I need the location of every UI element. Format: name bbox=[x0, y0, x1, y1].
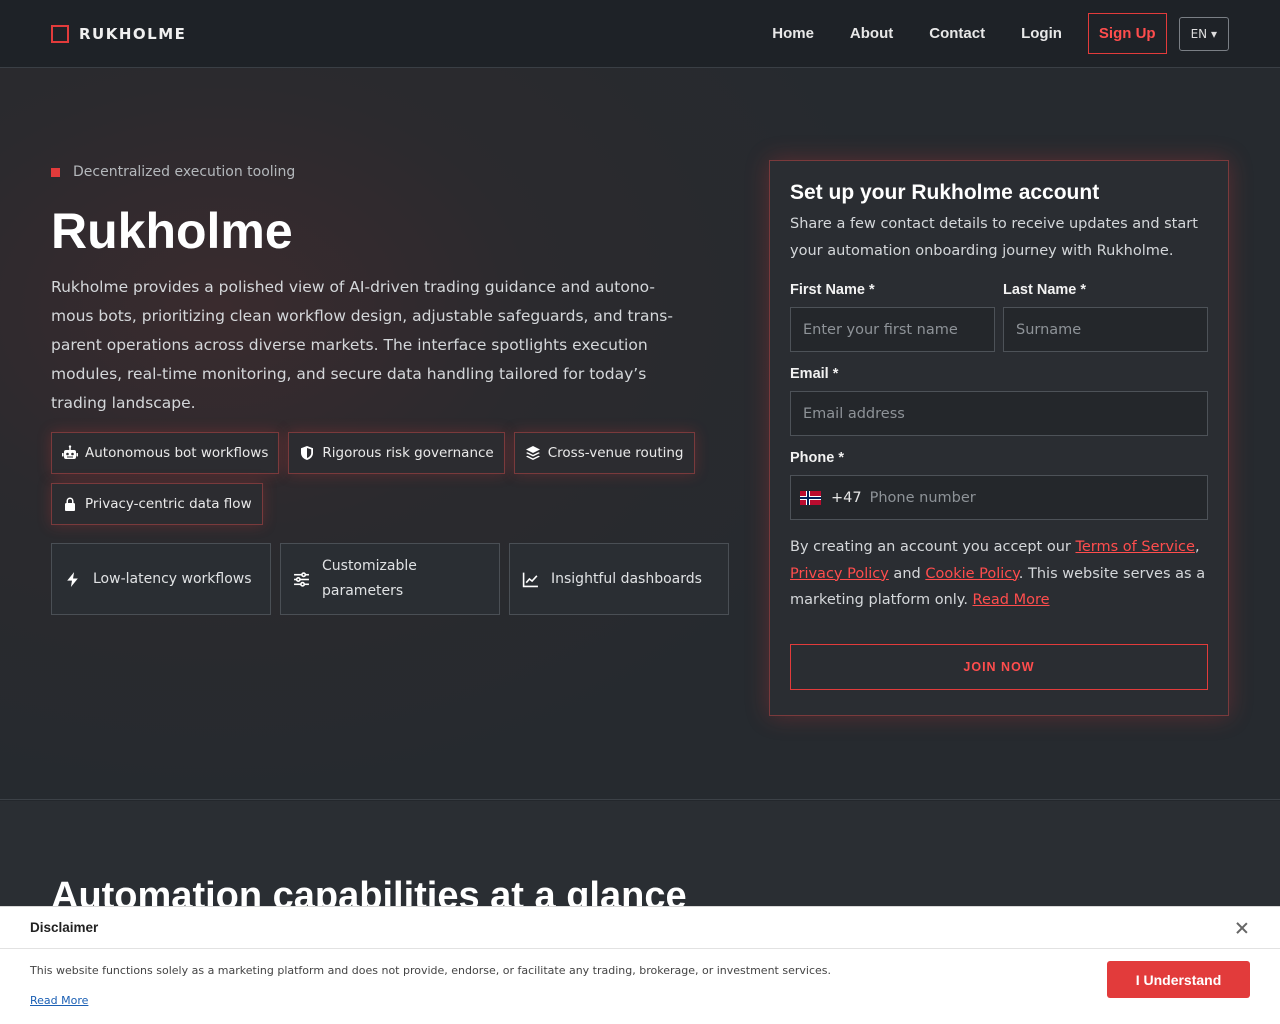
disclaimer-banner: Disclaimer This website functions solely… bbox=[0, 906, 1280, 1024]
chip-privacy: Privacy-centric data flow bbox=[51, 483, 263, 525]
cookie-policy-link[interactable]: Cookie Policy bbox=[925, 566, 1018, 582]
feature-label: Insightful dashboards bbox=[551, 570, 702, 587]
last-name-input[interactable] bbox=[1003, 307, 1208, 352]
form-title: Set up your Rukholme account bbox=[790, 181, 1100, 204]
lock-icon bbox=[65, 497, 75, 511]
join-now-button[interactable]: JOIN NOW bbox=[790, 643, 1208, 690]
nav-links: Home About Contact Login Sign Up EN ▾ bbox=[754, 13, 1229, 54]
phone-input[interactable] bbox=[869, 489, 1198, 506]
feature-label: Customizable parameters bbox=[322, 558, 417, 599]
chip-autonomous-bots: Autonomous bot workflows bbox=[51, 432, 280, 474]
hero-section: Decentralized execution tooling Rukholme… bbox=[0, 68, 1280, 800]
hero-title: Rukholme bbox=[51, 203, 293, 259]
bolt-icon bbox=[67, 571, 78, 587]
signup-form-card: Set up your Rukholme account Share a few… bbox=[769, 160, 1229, 716]
understand-button[interactable]: I Understand bbox=[1107, 961, 1250, 998]
phone-field[interactable]: +47 bbox=[790, 475, 1208, 520]
nav-link-about[interactable]: About bbox=[832, 25, 911, 42]
terms-and: and bbox=[888, 565, 926, 582]
feature-chips: Autonomous bot workflows Rigorous risk g… bbox=[51, 432, 711, 525]
first-name-group: First Name * bbox=[790, 282, 995, 352]
chip-label: Privacy-centric data flow bbox=[85, 496, 252, 512]
disclaimer-text: This website functions solely as a marke… bbox=[30, 964, 831, 977]
phone-dial-code: +47 bbox=[831, 489, 862, 506]
close-icon[interactable] bbox=[1234, 920, 1250, 936]
email-group: Email * bbox=[790, 366, 1208, 436]
norway-flag-icon[interactable] bbox=[800, 490, 821, 505]
tagline-text: Decentralized execution tooling bbox=[73, 164, 296, 180]
tagline-square-icon bbox=[51, 167, 60, 177]
layers-icon bbox=[525, 446, 540, 460]
chip-label: Cross-venue routing bbox=[547, 445, 684, 461]
brand-logo[interactable]: RUKHOLME bbox=[51, 24, 187, 43]
top-navbar: RUKHOLME Home About Contact Login Sign U… bbox=[0, 0, 1280, 68]
hero-description: Rukholme provides a polished view of AI-… bbox=[51, 278, 673, 412]
disclaimer-header: Disclaimer bbox=[0, 907, 1280, 949]
shield-icon bbox=[301, 446, 314, 460]
brand-name: RUKHOLME bbox=[79, 24, 187, 43]
terms-of-service-link[interactable]: Terms of Service bbox=[1075, 539, 1194, 555]
disclaimer-read-more-link[interactable]: Read More bbox=[30, 994, 88, 1007]
first-name-input[interactable] bbox=[790, 307, 995, 352]
feature-low-latency: Low-latency workflows bbox=[51, 543, 271, 615]
nav-link-contact[interactable]: Contact bbox=[911, 25, 1003, 42]
terms-comma: , bbox=[1194, 539, 1200, 555]
privacy-policy-link[interactable]: Privacy Policy bbox=[790, 566, 889, 582]
feature-cards: Low-latency workflows Customizable param… bbox=[51, 543, 729, 615]
phone-label: Phone * bbox=[790, 450, 844, 466]
signup-button[interactable]: Sign Up bbox=[1087, 13, 1167, 54]
terms-prefix: By creating an account you accept our bbox=[790, 539, 1076, 555]
sliders-icon bbox=[294, 571, 309, 587]
first-name-label: First Name * bbox=[790, 282, 875, 298]
feature-customizable: Customizable parameters bbox=[280, 543, 500, 615]
chip-cross-venue: Cross-venue routing bbox=[513, 432, 695, 474]
nav-link-login[interactable]: Login bbox=[1003, 25, 1080, 42]
last-name-group: Last Name * bbox=[1003, 282, 1208, 352]
chip-risk-governance: Rigorous risk governance bbox=[288, 432, 505, 474]
feature-dashboards: Insightful dashboards bbox=[509, 543, 729, 615]
chip-label: Rigorous risk governance bbox=[322, 445, 494, 461]
hero-tagline: Decentralized execution tooling bbox=[51, 164, 295, 180]
nav-link-home[interactable]: Home bbox=[754, 25, 832, 42]
form-subtitle: Share a few contact details to receive u… bbox=[790, 216, 1198, 259]
terms-read-more-link[interactable]: Read More bbox=[973, 592, 1050, 608]
chip-label: Autonomous bot workflows bbox=[85, 445, 269, 461]
logo-square-icon bbox=[51, 24, 69, 43]
last-name-label: Last Name * bbox=[1003, 282, 1087, 298]
language-select[interactable]: EN ▾ bbox=[1178, 16, 1229, 51]
phone-group: Phone * +47 bbox=[790, 450, 1208, 520]
email-label: Email * bbox=[790, 366, 839, 382]
feature-label: Low-latency workflows bbox=[93, 570, 252, 587]
email-input[interactable] bbox=[790, 391, 1208, 436]
disclaimer-title: Disclaimer bbox=[30, 920, 99, 935]
chart-line-icon bbox=[522, 572, 538, 587]
robot-icon bbox=[62, 445, 78, 459]
terms-text: By creating an account you accept our Te… bbox=[790, 534, 1208, 614]
